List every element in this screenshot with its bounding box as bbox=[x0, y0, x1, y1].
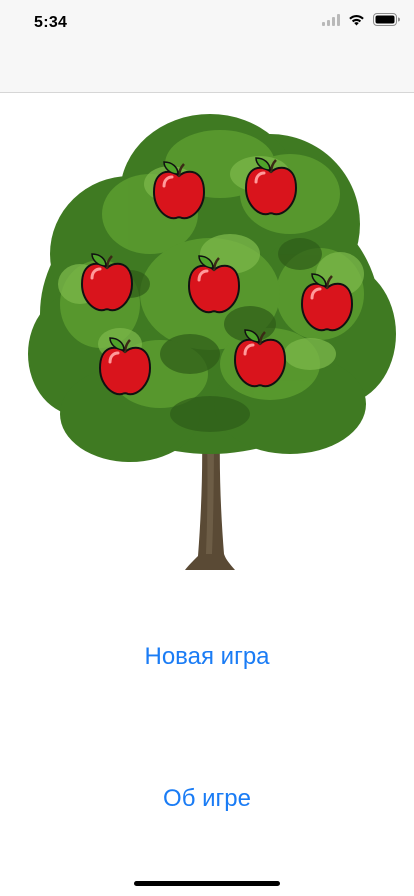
apple-icon[interactable] bbox=[78, 252, 136, 314]
status-icons bbox=[322, 13, 400, 31]
about-game-button[interactable]: Об игре bbox=[0, 785, 414, 813]
apple-icon[interactable] bbox=[231, 328, 289, 390]
wifi-icon bbox=[348, 13, 365, 31]
tree-icon bbox=[28, 114, 396, 570]
apple-icon[interactable] bbox=[242, 156, 300, 218]
status-bar: 5:34 bbox=[0, 0, 414, 44]
tree-illustration bbox=[20, 104, 398, 574]
screen: 5:34 Новая игра Об игре bbox=[0, 0, 414, 896]
apple-icon[interactable] bbox=[298, 272, 356, 334]
new-game-button[interactable]: Новая игра bbox=[0, 643, 414, 671]
apple-icon[interactable] bbox=[150, 160, 208, 222]
apple-icon[interactable] bbox=[185, 254, 243, 316]
battery-icon bbox=[373, 13, 400, 31]
apple-icon[interactable] bbox=[96, 336, 154, 398]
cellular-signal-icon bbox=[322, 13, 340, 31]
status-time: 5:34 bbox=[34, 14, 68, 31]
home-indicator[interactable] bbox=[134, 881, 280, 886]
navigation-bar bbox=[0, 44, 414, 93]
